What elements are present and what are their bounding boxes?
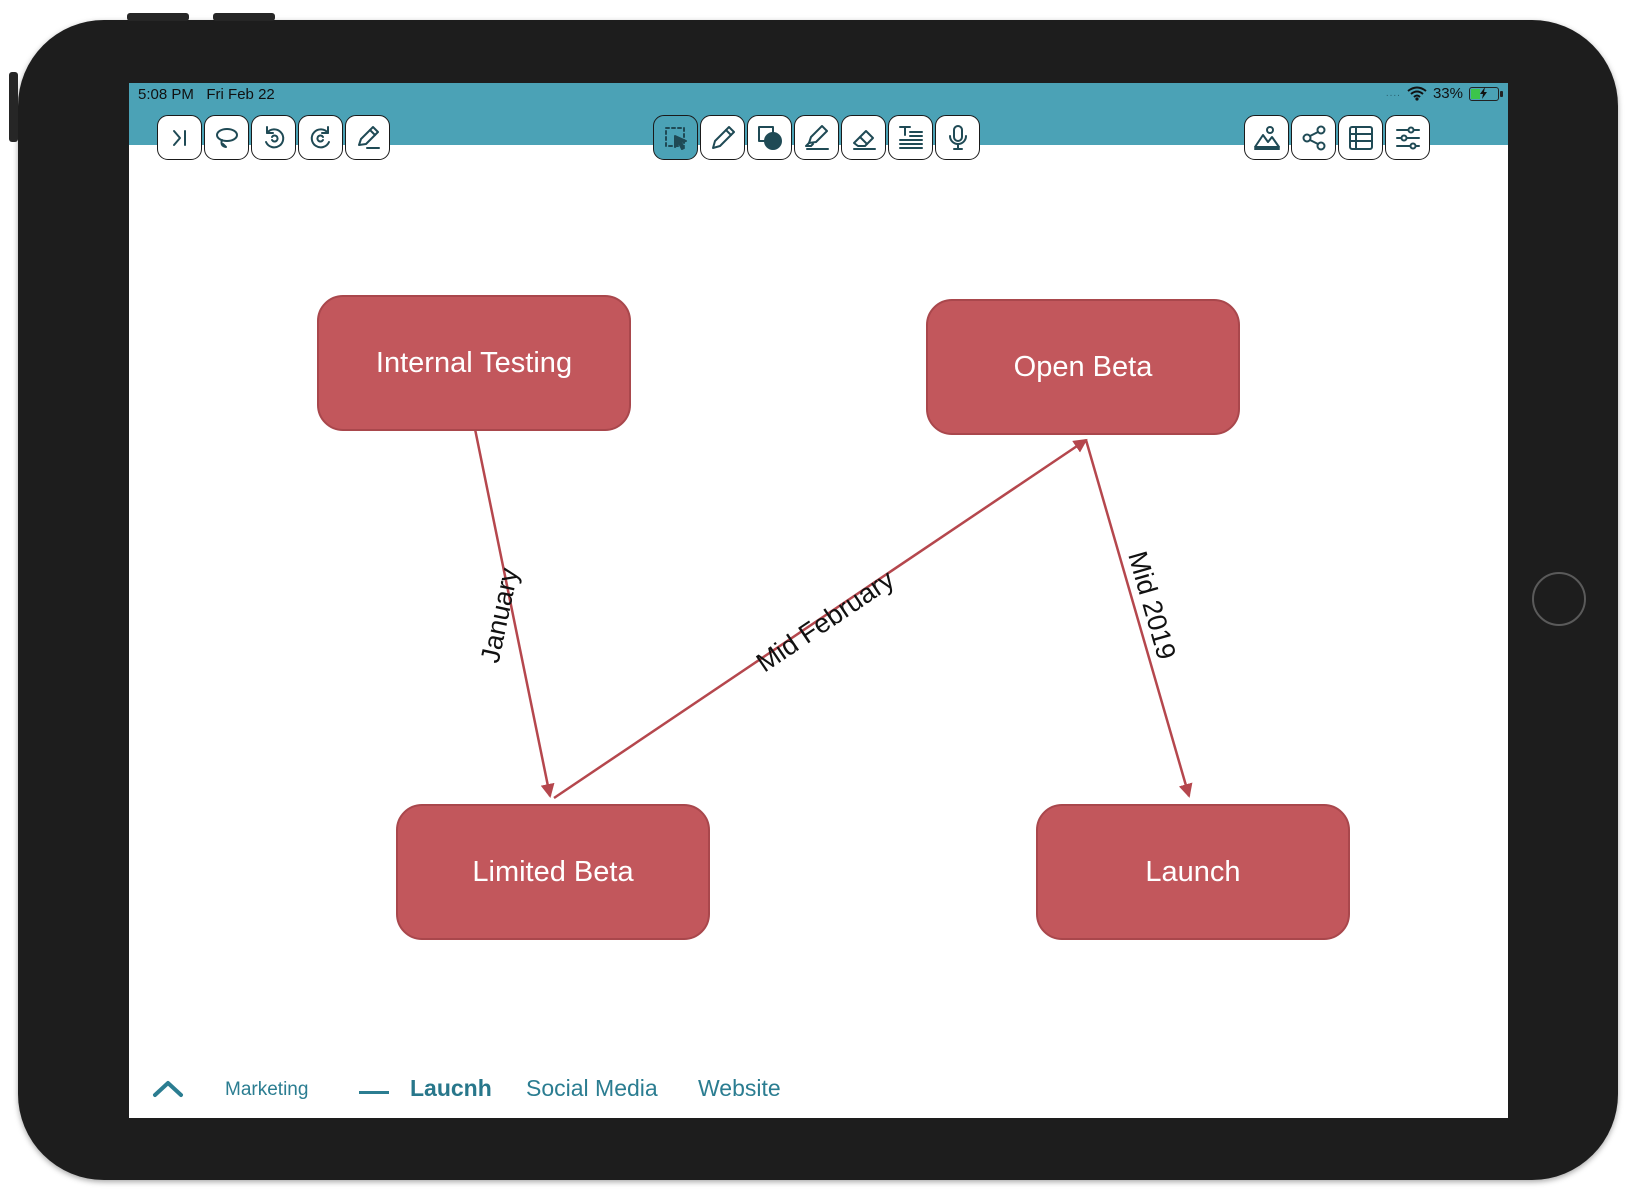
node-internal-testing[interactable]: Internal Testing [317,295,631,431]
signal-dots: .... [1385,88,1401,99]
lightning-icon [1480,86,1487,99]
page-tabs: Marketing Laucnh Social Media Website [129,1073,1508,1118]
tab-marketing[interactable]: Marketing [225,1079,308,1101]
node-label: Limited Beta [472,855,634,888]
battery-icon [1469,86,1503,101]
status-time: 5:08 PM Fri Feb 22 [138,86,275,103]
drawing-canvas[interactable]: Internal Testing Open Beta Limited Beta … [129,145,1508,1080]
node-limited-beta[interactable]: Limited Beta [396,804,710,940]
tab-social-media[interactable]: Social Media [526,1075,658,1102]
status-indicators: .... 33% [1385,85,1503,102]
chevron-up-icon[interactable] [151,1077,185,1101]
battery-percent: 33% [1432,85,1463,102]
current-tab-indicator [359,1081,389,1094]
edge-mid-2019[interactable] [1084,439,1193,798]
time-text: 5:08 PM [138,86,194,103]
app-screen: 5:08 PM Fri Feb 22 .... 33% Internal Tes… [129,83,1508,1118]
volume-up-button [127,13,189,21]
node-label: Internal Testing [375,346,573,379]
node-open-beta[interactable]: Open Beta [926,299,1240,435]
date-text: Fri Feb 22 [206,86,275,103]
tab-website[interactable]: Website [698,1075,781,1102]
node-launch[interactable]: Launch [1036,804,1350,940]
tab-laucnh[interactable]: Laucnh [410,1075,492,1102]
wifi-icon [1407,86,1427,101]
volume-down-button [213,13,275,21]
node-label: Open Beta [1013,350,1153,383]
power-button [9,72,18,142]
node-label: Launch [1145,855,1241,888]
top-bar: 5:08 PM Fri Feb 22 .... 33% [129,83,1508,160]
home-button[interactable] [1532,572,1586,626]
